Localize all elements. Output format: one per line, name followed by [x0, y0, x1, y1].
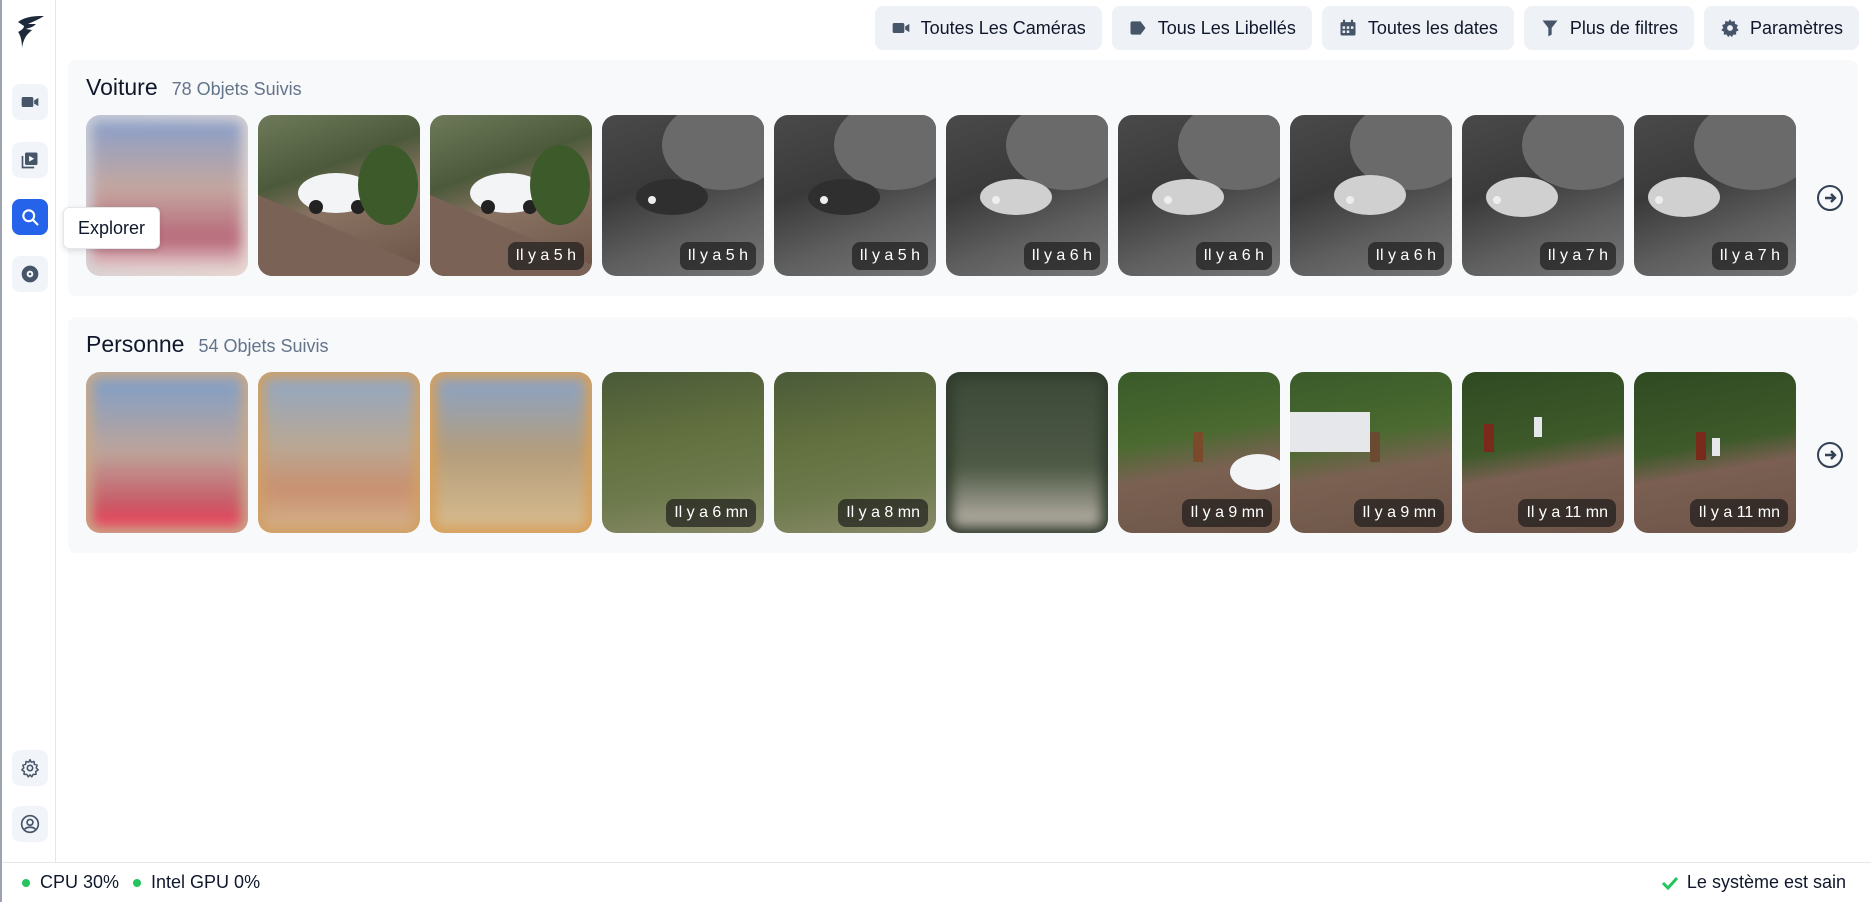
thumbnail-row: Il y a 5 h Il y a 5 h Il y a 5 h Il y a …: [86, 115, 1796, 276]
more-filters-label: Plus de filtres: [1569, 17, 1678, 38]
video-icon: [892, 23, 909, 33]
more-filters-button[interactable]: Plus de filtres: [1523, 6, 1694, 50]
tracked-object-thumbnail[interactable]: Il y a 6 h: [1290, 115, 1452, 276]
thumbnail-timestamp: Il y a 7 h: [1711, 242, 1788, 270]
dates-filter-button[interactable]: Toutes les dates: [1321, 6, 1514, 50]
tracked-object-thumbnail[interactable]: [430, 372, 592, 533]
tracked-object-thumbnail[interactable]: Il y a 9 mn: [1118, 372, 1280, 533]
cpu-usage-text: CPU 30%: [40, 872, 120, 892]
tracked-object-thumbnail[interactable]: Il y a 11 mn: [1462, 372, 1624, 533]
check-icon: [1661, 876, 1679, 890]
tracked-object-thumbnail[interactable]: [258, 372, 420, 533]
thumbnail-timestamp: Il y a 6 h: [1195, 242, 1272, 270]
labels-filter-button[interactable]: Tous Les Libellés: [1111, 6, 1312, 50]
thumbnail-timestamp: Il y a 6 h: [1023, 242, 1100, 270]
tracked-object-thumbnail[interactable]: [86, 372, 248, 533]
status-dot: [22, 878, 30, 887]
app-root: Explorer Toutes Les Caméras Tous Les Lib…: [0, 0, 1871, 902]
thumbnail-timestamp: Il y a 9 mn: [1354, 499, 1444, 527]
section-count[interactable]: 78 Objets Suivis: [172, 79, 302, 100]
tracked-object-thumbnail[interactable]: Il y a 6 mn: [602, 372, 764, 533]
scroll-right-button[interactable]: [1817, 185, 1843, 211]
search-icon: [22, 209, 39, 226]
tracked-object-thumbnail[interactable]: [258, 115, 420, 276]
cameras-filter-button[interactable]: Toutes Les Caméras: [874, 6, 1102, 50]
video-icon: [21, 97, 39, 107]
thumbnail-timestamp: Il y a 11 mn: [1518, 499, 1616, 527]
frigate-logo[interactable]: [14, 14, 46, 50]
gear-icon: [21, 758, 39, 778]
settings-button[interactable]: Paramètres: [1703, 6, 1859, 50]
funnel-icon: [1542, 20, 1558, 37]
section-voiture: Voiture 78 Objets Suivis Il y a 5 h Il y…: [68, 60, 1858, 296]
tracked-object-thumbnail[interactable]: [86, 115, 248, 276]
thumbnail-timestamp: Il y a 11 mn: [1690, 499, 1788, 527]
thumbnail-timestamp: Il y a 5 h: [507, 242, 584, 270]
tracked-object-thumbnail[interactable]: Il y a 5 h: [430, 115, 592, 276]
play-library-icon: [21, 152, 38, 169]
thumbnail-row: Il y a 6 mn Il y a 8 mn Il y a 9 mn Il y…: [86, 372, 1796, 533]
gpu-status[interactable]: Intel GPU 0%: [133, 872, 260, 893]
section-personne: Personne 54 Objets Suivis Il y a 6 mn Il…: [68, 317, 1858, 553]
section-count[interactable]: 54 Objets Suivis: [198, 336, 328, 357]
thumbnail-timestamp: Il y a 5 h: [851, 242, 928, 270]
dates-filter-label: Toutes les dates: [1367, 17, 1498, 38]
section-title: Voiture: [86, 74, 158, 100]
thumbnail-timestamp: Il y a 7 h: [1539, 242, 1616, 270]
tag-icon: [1130, 21, 1146, 35]
tracked-object-thumbnail[interactable]: Il y a 11 mn: [1634, 372, 1796, 533]
cameras-filter-label: Toutes Les Caméras: [920, 17, 1086, 38]
settings-label: Paramètres: [1749, 17, 1843, 38]
gear-icon: [1721, 19, 1739, 38]
thumbnail-timestamp: Il y a 6 mn: [666, 499, 756, 527]
sidebar-item-explore[interactable]: [12, 199, 48, 235]
explorer-tooltip: Explorer: [63, 207, 161, 249]
calendar-icon: [1340, 19, 1356, 36]
gpu-usage-text: Intel GPU 0%: [151, 872, 261, 892]
sidebar: [2, 0, 56, 862]
tracked-object-thumbnail[interactable]: [946, 372, 1108, 533]
sidebar-item-settings[interactable]: [12, 750, 48, 786]
arrow-right-icon: [1825, 193, 1837, 203]
section-header: Personne 54 Objets Suivis: [86, 331, 329, 358]
sidebar-item-account[interactable]: [12, 806, 48, 842]
thumbnail-timestamp: Il y a 5 h: [679, 242, 756, 270]
thumbnail-timestamp: Il y a 6 h: [1367, 242, 1444, 270]
tracked-object-thumbnail[interactable]: Il y a 5 h: [602, 115, 764, 276]
cpu-status[interactable]: CPU 30%: [22, 872, 119, 893]
status-bar: CPU 30% Intel GPU 0% Le système est sain: [2, 862, 1871, 902]
tracked-object-thumbnail[interactable]: Il y a 5 h: [774, 115, 936, 276]
tracked-object-thumbnail[interactable]: Il y a 7 h: [1462, 115, 1624, 276]
user-circle-icon: [20, 814, 40, 834]
system-health[interactable]: Le système est sain: [1661, 872, 1846, 893]
section-header: Voiture 78 Objets Suivis: [86, 74, 302, 101]
tracked-object-thumbnail[interactable]: Il y a 6 h: [1118, 115, 1280, 276]
sidebar-item-review[interactable]: [12, 142, 48, 178]
tracked-object-thumbnail[interactable]: Il y a 8 mn: [774, 372, 936, 533]
sidebar-item-live[interactable]: [12, 84, 48, 120]
sidebar-item-export[interactable]: [12, 256, 48, 292]
scroll-right-button[interactable]: [1817, 442, 1843, 468]
system-health-text: Le système est sain: [1686, 872, 1846, 892]
thumbnail-timestamp: Il y a 8 mn: [838, 499, 928, 527]
section-title: Personne: [86, 331, 185, 357]
disc-icon: [21, 265, 39, 283]
thumbnail-timestamp: Il y a 9 mn: [1182, 499, 1272, 527]
tracked-object-thumbnail[interactable]: Il y a 7 h: [1634, 115, 1796, 276]
tracked-object-thumbnail[interactable]: Il y a 9 mn: [1290, 372, 1452, 533]
labels-filter-label: Tous Les Libellés: [1157, 17, 1296, 38]
arrow-right-icon: [1825, 450, 1837, 460]
filter-bar: Toutes Les Caméras Tous Les Libellés Tou…: [874, 6, 1859, 50]
status-dot: [133, 878, 142, 887]
tracked-object-thumbnail[interactable]: Il y a 6 h: [946, 115, 1108, 276]
